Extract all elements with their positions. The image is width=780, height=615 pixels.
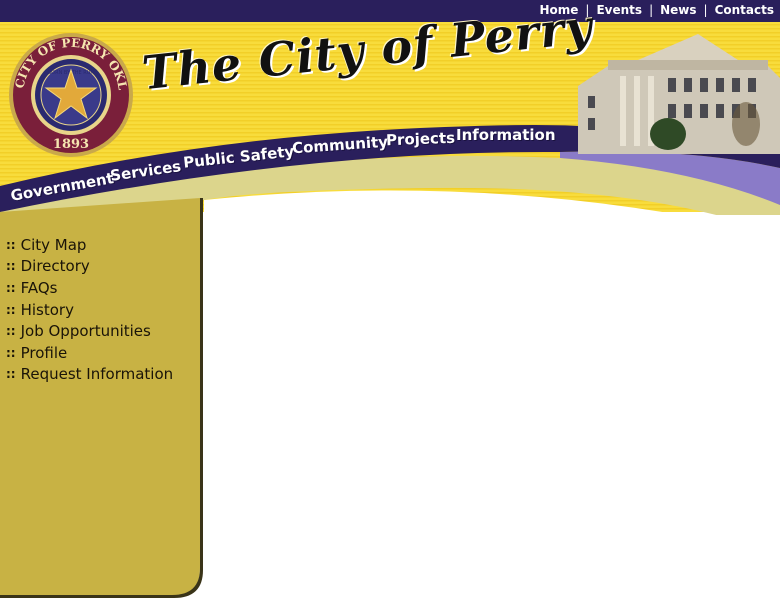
sidebar-item-directory[interactable]: :: Directory: [6, 256, 173, 278]
sidebar-item-faqs[interactable]: :: FAQs: [6, 277, 173, 299]
sidebar-item-label: Job Opportunities: [20, 322, 151, 341]
bullet-icon: ::: [6, 259, 16, 274]
sidebar-item-request-information[interactable]: :: Request Information: [6, 364, 173, 386]
city-seal: CITY OF PERRY OKLAHOMA 1893 BORN BY THE …: [1, 21, 134, 158]
seal-year: 1893: [53, 137, 89, 152]
sidebar-item-job-opportunities[interactable]: :: Job Opportunities: [6, 320, 173, 342]
sidebar-menu: :: City Map :: Directory :: FAQs :: Hist…: [6, 234, 173, 385]
sidebar-item-label: Request Information: [20, 365, 174, 384]
bullet-icon: ::: [6, 367, 16, 382]
nav-information[interactable]: Information: [456, 126, 556, 144]
sidebar-item-label: FAQs: [20, 278, 58, 297]
nav-projects[interactable]: Projects: [386, 129, 456, 149]
bullet-icon: ::: [6, 280, 16, 295]
seal-emblem: CITY OF PERRY OKLAHOMA 1893 BORN BY THE …: [1, 21, 133, 157]
courthouse-image: [568, 26, 780, 154]
sidebar-item-label: Profile: [20, 343, 68, 362]
sidebar-item-label: History: [20, 300, 74, 319]
courthouse-illustration: [578, 34, 780, 154]
sidebar-item-city-map[interactable]: :: City Map: [6, 234, 173, 256]
bullet-icon: ::: [6, 237, 16, 252]
bullet-icon: ::: [6, 302, 16, 317]
sidebar-item-label: Directory: [20, 257, 90, 276]
bullet-icon: ::: [6, 324, 16, 339]
main-content: [210, 240, 770, 600]
sidebar-item-history[interactable]: :: History: [6, 299, 173, 321]
bullet-icon: ::: [6, 345, 16, 360]
seal-motto: BORN BY THE RUN: [48, 70, 95, 76]
sidebar-item-label: City Map: [20, 235, 87, 254]
sidebar-item-profile[interactable]: :: Profile: [6, 342, 173, 364]
